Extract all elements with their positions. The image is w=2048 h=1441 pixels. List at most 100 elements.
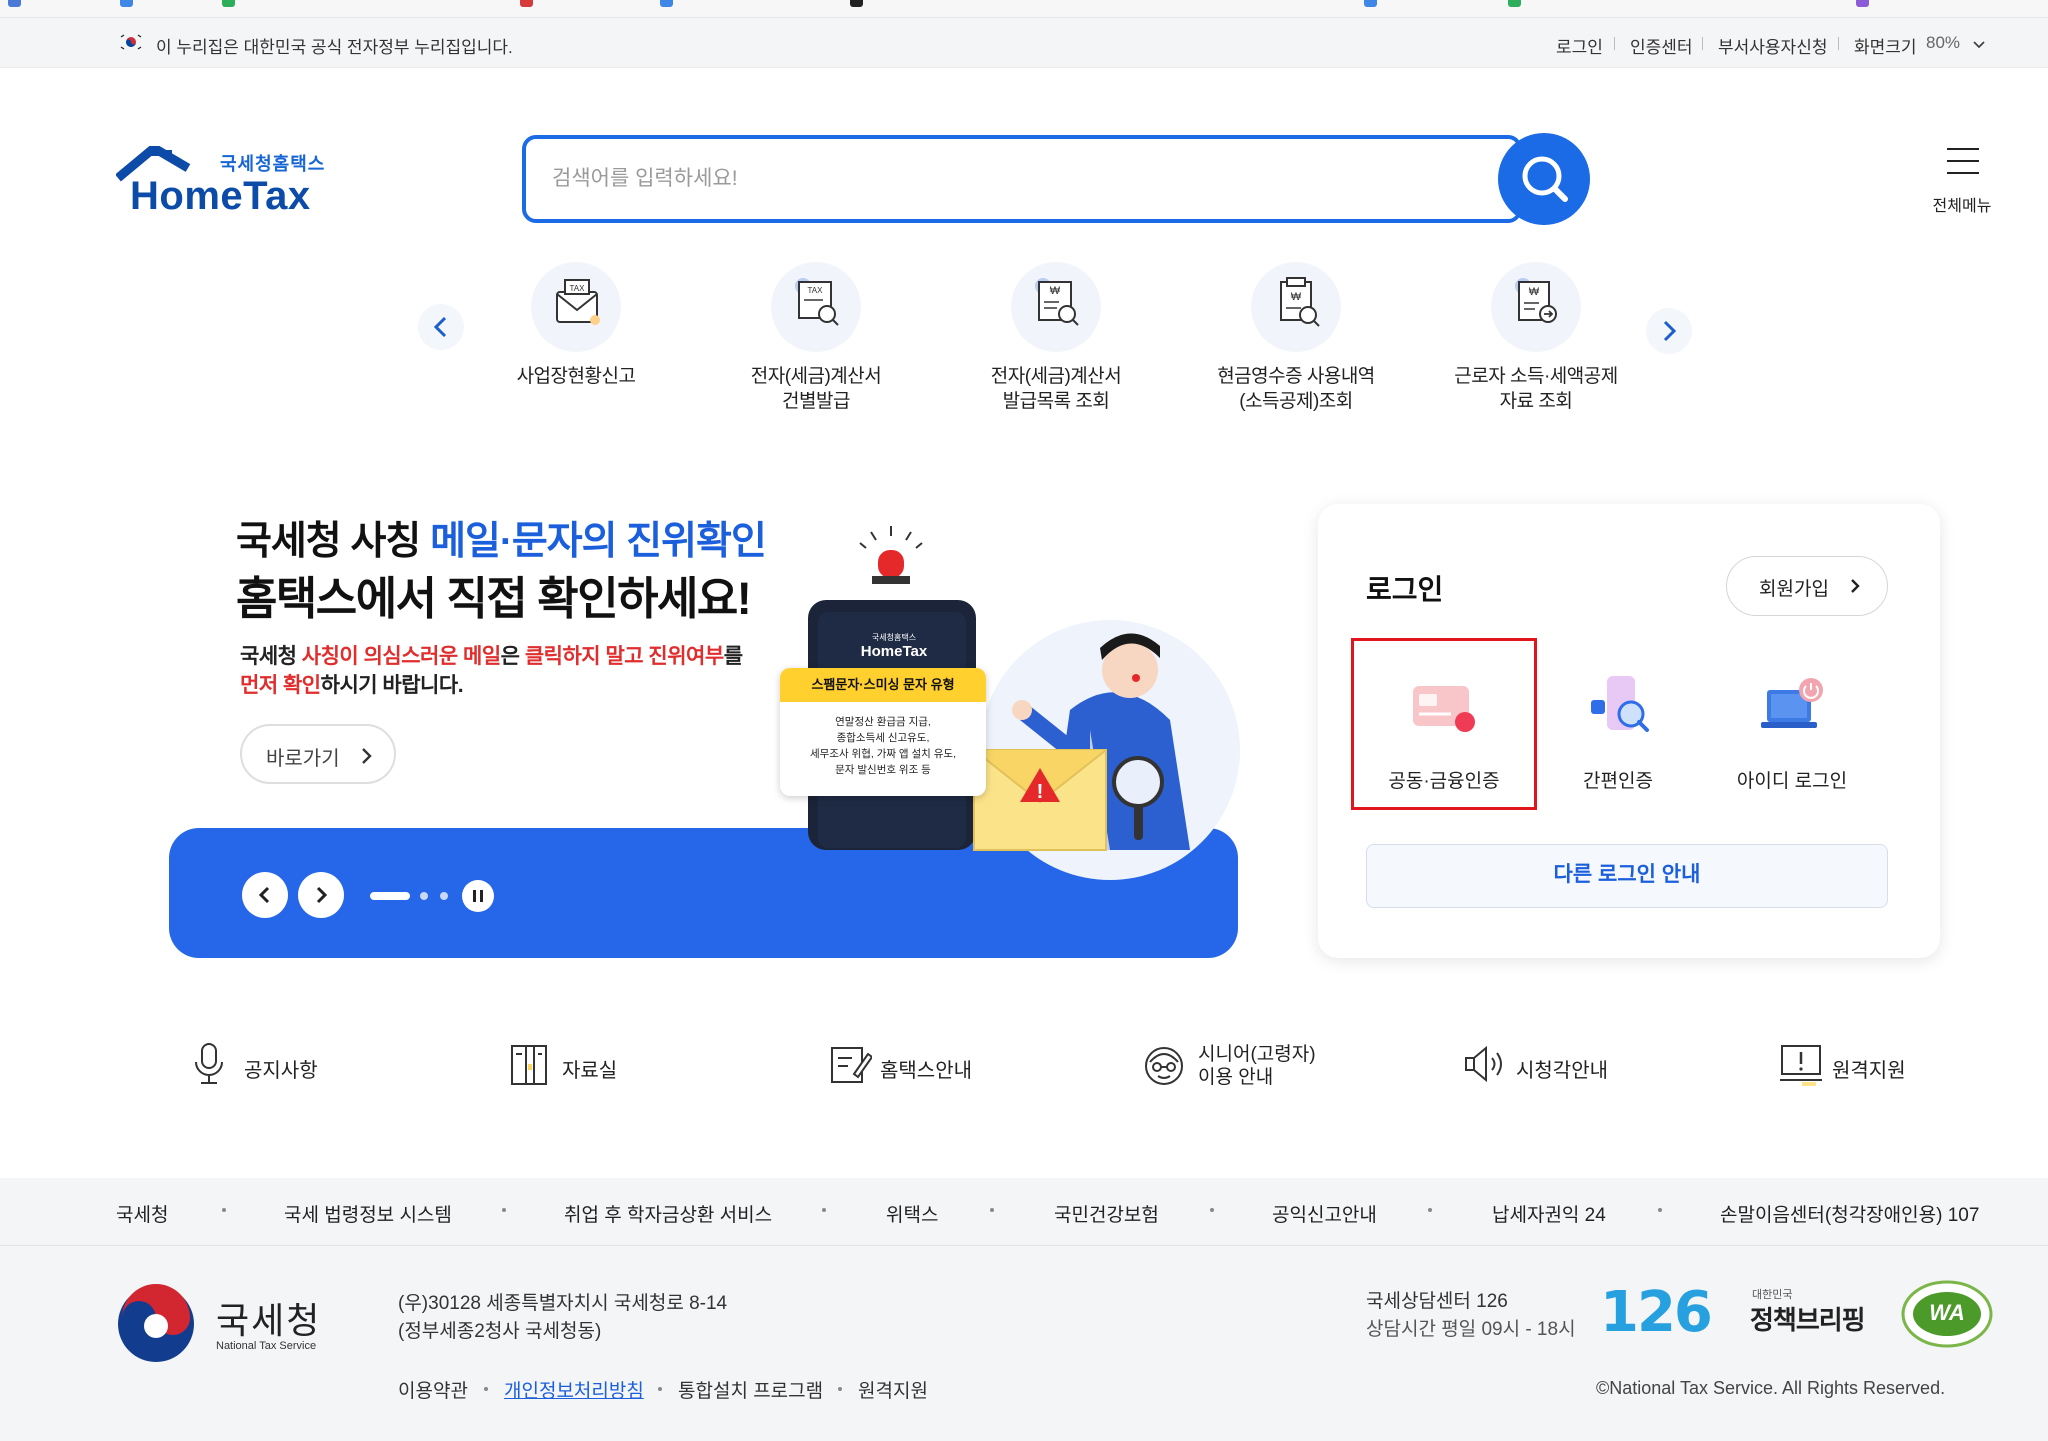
footer-install-link[interactable]: 통합설치 프로그램	[678, 1376, 823, 1403]
shortcut-label: 시청각안내	[1516, 1060, 1608, 1082]
footer-link[interactable]: 공익신고안내	[1272, 1200, 1377, 1227]
microphone-icon	[195, 1043, 223, 1084]
footer-link[interactable]: 손말이음센터(청각장애인용) 107	[1720, 1200, 1979, 1227]
quick-menu-item[interactable]: TAX 전자(세금)계산서 건별발급	[706, 262, 926, 412]
quick-menu-item[interactable]: ₩ 근로자 소득·세액공제 자료 조회	[1426, 262, 1646, 412]
call-126-badge[interactable]: 126	[1600, 1280, 1713, 1345]
shortcut-senior-guide[interactable]: 시니어(고령자) 이용 안내	[1142, 1040, 1352, 1096]
quick-menu-item[interactable]: ₩ 전자(세금)계산서 발급목록 조회	[946, 262, 1166, 412]
footer-privacy-link[interactable]: 개인정보처리방침	[504, 1376, 644, 1403]
footer-link[interactable]: 취업 후 학자금상환 서비스	[564, 1200, 772, 1227]
chevron-down-icon[interactable]	[1972, 38, 1986, 52]
desc-part: 국세청	[240, 645, 302, 668]
quick-menu-label-2: 자료 조회	[1499, 391, 1573, 412]
bookmark-icon[interactable]	[1508, 0, 1521, 7]
shortcut-label: 자료실	[562, 1060, 618, 1082]
footer-link[interactable]: 국세 법령정보 시스템	[284, 1200, 452, 1227]
shortcut-remote-support[interactable]: 원격지원	[1778, 1040, 1928, 1096]
zoom-value[interactable]: 80%	[1926, 33, 1960, 53]
divider-dot	[658, 1387, 662, 1391]
search-button[interactable]	[1498, 133, 1590, 225]
quick-menu-label: 사업장현황신고	[516, 366, 636, 387]
hamburger-icon	[1947, 148, 1979, 150]
full-menu-button[interactable]: 전체메뉴	[1920, 140, 2004, 216]
quick-menu-next-button[interactable]	[1646, 308, 1692, 354]
pause-icon	[473, 890, 483, 902]
speaker-icon	[1465, 1045, 1502, 1083]
slide-next-button[interactable]	[298, 872, 344, 918]
footer-address: (우)30128 세종특별자치시 국세청로 8-14	[398, 1293, 728, 1314]
promo-title: 국세청 사칭 메일·문자의 진위확인	[236, 510, 767, 566]
login-option-id[interactable]: 아이디 로그인	[1699, 640, 1885, 810]
footer-link[interactable]: 국세청	[116, 1200, 168, 1227]
bookmark-icon[interactable]	[850, 0, 863, 7]
other-login-button[interactable]: 다른 로그인 안내	[1366, 844, 1888, 908]
slide-indicator[interactable]	[420, 892, 428, 900]
quick-menu-item[interactable]: TAX 사업장현황신고	[466, 262, 686, 412]
gov-banner: 이 누리집은 대한민국 공식 전자정부 누리집입니다. 로그인 인증센터 부서사…	[0, 18, 2048, 68]
promo-shortcut-button[interactable]: 바로가기	[240, 724, 396, 784]
footer-terms-link[interactable]: 이용약관	[398, 1376, 468, 1403]
footer-link[interactable]: 위택스	[886, 1200, 938, 1227]
footer-remote-link[interactable]: 원격지원	[858, 1376, 928, 1403]
footer-link[interactable]: 국민건강보험	[1054, 1200, 1159, 1227]
receipt-search-icon: ₩	[1251, 262, 1341, 352]
divider-dot	[990, 1208, 994, 1212]
chevron-left-icon	[433, 316, 447, 338]
logo-korean: 국세청홈택스	[220, 154, 326, 174]
util-dept-user-link[interactable]: 부서사용자신청	[1718, 33, 1827, 58]
bookmark-icon[interactable]	[520, 0, 533, 7]
warning-lines: 연말정산 환급금 지급, 종합소득세 신고유도, 세무조사 위협, 가짜 앱 설…	[780, 714, 986, 778]
quick-menu-item[interactable]: ₩ 현금영수증 사용내역 (소득공제)조회	[1186, 262, 1406, 412]
shortcut-archive[interactable]: 자료실	[508, 1040, 668, 1096]
slide-indicator-active[interactable]	[370, 892, 410, 900]
slide-pause-button[interactable]	[462, 880, 494, 912]
promo-shortcut-label: 바로가기	[266, 748, 340, 770]
login-panel: 로그인 회원가입 공동·금융인증 간편인증 아이디 로그인 다른 로그인 안내	[1318, 504, 1940, 958]
shortcut-audiovisual[interactable]: 시청각안내	[1462, 1040, 1632, 1096]
divider-dot	[822, 1208, 826, 1212]
shortcut-notice[interactable]: 공지사항	[190, 1040, 350, 1096]
promo-title-highlight: 메일·문자의 진위확인	[430, 520, 767, 563]
login-option-highlight-box	[1351, 638, 1537, 810]
browser-bookmark-strip	[0, 0, 2048, 18]
divider-dot	[1658, 1208, 1662, 1212]
desc-part: 를	[723, 645, 743, 668]
archive-icon	[511, 1045, 547, 1085]
bookmark-icon[interactable]	[222, 0, 235, 7]
divider	[1614, 37, 1615, 50]
policy-briefing-logo[interactable]: 대한민국 정책브리핑	[1748, 1286, 1866, 1346]
footer-address-sub: (정부세종2청사 국세청동)	[398, 1321, 602, 1342]
desc-highlight: 사칭이 의심스러운 메일	[301, 645, 501, 668]
hometax-logo[interactable]: 국세청홈택스 HomeTax	[116, 146, 330, 218]
search-input[interactable]	[550, 157, 1450, 201]
won-list-search-icon: ₩	[1011, 262, 1101, 352]
phone-brand-en: HomeTax	[860, 643, 928, 660]
bookmark-icon[interactable]	[1856, 0, 1869, 7]
quick-menu-prev-button[interactable]	[418, 304, 464, 350]
bookmark-icon[interactable]	[8, 0, 21, 7]
svg-text:TAX: TAX	[570, 284, 586, 293]
bookmark-icon[interactable]	[660, 0, 673, 7]
util-login-link[interactable]: 로그인	[1556, 33, 1603, 58]
signup-button[interactable]: 회원가입	[1726, 556, 1888, 616]
slide-indicator[interactable]	[440, 892, 448, 900]
footer-link[interactable]: 납세자권익 24	[1492, 1200, 1606, 1227]
footer-link-bar: 국세청 국세 법령정보 시스템 취업 후 학자금상환 서비스 위택스 국민건강보…	[0, 1178, 2048, 1246]
shortcut-label: 공지사항	[244, 1060, 318, 1082]
svg-text:₩: ₩	[1050, 285, 1061, 297]
login-option-simple[interactable]: 간편인증	[1525, 640, 1711, 810]
policy-big-text: 정책브리핑	[1750, 1305, 1866, 1335]
shortcut-label: 홈택스안내	[880, 1060, 972, 1082]
shortcut-label-line1: 시니어(고령자)	[1198, 1044, 1316, 1065]
logo-english: HomeTax	[130, 174, 311, 218]
quick-menu-label: 전자(세금)계산서	[990, 366, 1122, 387]
bookmark-icon[interactable]	[120, 0, 133, 7]
bookmark-icon[interactable]	[1364, 0, 1377, 7]
shortcut-hometax-guide[interactable]: 홈택스안내	[828, 1040, 1018, 1096]
slide-prev-button[interactable]	[242, 872, 288, 918]
login-title: 로그인	[1366, 574, 1444, 605]
zoom-label[interactable]: 화면크기	[1854, 33, 1917, 58]
edit-board-icon	[831, 1047, 872, 1083]
util-cert-center-link[interactable]: 인증센터	[1630, 33, 1693, 58]
